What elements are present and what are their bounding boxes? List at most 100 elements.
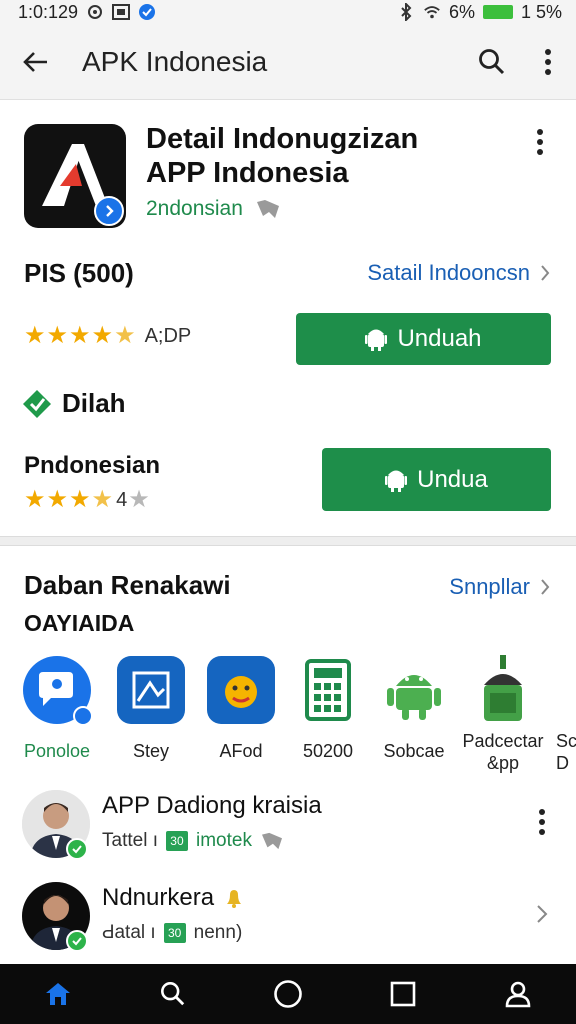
app-item-50200[interactable]: 50200 — [287, 656, 369, 762]
star-icon: ★ — [46, 322, 69, 349]
android-icon — [365, 329, 388, 351]
star-icon: ★ — [24, 486, 46, 513]
person-icon — [506, 981, 531, 1008]
partial-app-icon — [561, 656, 576, 724]
back-button[interactable] — [0, 24, 72, 100]
download-button-label: Unduah — [397, 325, 482, 352]
calculator-app-icon — [294, 656, 362, 724]
app-label: Sc — [556, 731, 576, 751]
detail-link[interactable]: Satail Indooncsn — [367, 260, 550, 286]
more-vert-icon — [537, 129, 543, 155]
app-label: Padcectar — [462, 731, 544, 751]
app-item-stey[interactable]: Stey — [110, 656, 192, 762]
home-icon — [45, 983, 70, 1005]
section-title: Daban Renakawi — [24, 570, 231, 600]
app-label: 50200 — [302, 741, 354, 761]
star-icon: ★ — [91, 322, 114, 349]
nav-square-button[interactable] — [373, 964, 433, 1024]
app-item-ponoloe[interactable]: Ponoloe — [16, 656, 98, 762]
list-item-meta-green: nenn) — [193, 922, 243, 943]
list-item-more-button[interactable] — [530, 804, 554, 840]
more-vert-icon — [545, 48, 551, 75]
star-icon: ★ — [69, 486, 91, 513]
map-app-icon — [117, 656, 185, 724]
bottom-navigation — [0, 964, 576, 1024]
nav-search-button[interactable] — [143, 964, 203, 1024]
chat-app-icon — [23, 656, 93, 726]
section-subtitle: OAYIAIDA — [24, 610, 135, 636]
emoji-app-icon — [207, 656, 275, 724]
more-vert-icon — [539, 809, 545, 835]
verified-badge-icon — [66, 838, 88, 860]
pis-count: PIS (500) — [24, 258, 134, 288]
circle-icon — [274, 980, 302, 1008]
list-item-chevron[interactable] — [530, 896, 554, 932]
star-half-icon: ★ — [114, 322, 136, 349]
android-app-icon — [380, 656, 448, 724]
rating-text-2: 4 — [116, 488, 128, 511]
app-carousel: Ponoloe Stey AFod 50200 Sobcae Padcectar… — [0, 655, 576, 786]
award-icon — [256, 200, 279, 218]
status-bar: 1:0:129 6% 1 5% — [0, 0, 576, 24]
app-icon[interactable] — [24, 124, 126, 228]
app-more-button[interactable] — [528, 124, 552, 160]
download-button-2[interactable]: Undua — [322, 448, 551, 511]
rating-stars: ★ ★ ★ ★ ★ A;DP — [24, 324, 191, 348]
section-link-label: Snnpllar — [449, 574, 530, 599]
section-see-all-link[interactable]: Snnpllar — [449, 574, 550, 600]
list-item-name: Ndnurkera — [102, 884, 244, 912]
app-title-line-1: Detail Indonugzizan — [146, 123, 419, 155]
developer-name: 2ndonsian — [146, 197, 243, 220]
app-item-sobcae[interactable]: Sobcae — [373, 656, 455, 762]
verified-badge-icon — [66, 930, 88, 952]
dilah-row: Dilah — [22, 388, 126, 419]
app-item-partial[interactable]: Sc D — [556, 656, 576, 774]
tag-badge: 30 — [165, 831, 188, 851]
list-item[interactable]: APP Dadiong kraisia Tattel ı 30 imotek — [0, 786, 576, 870]
pndonesian-label: Pndonesian — [24, 452, 161, 479]
list-item-meta: Ԁatal ı 30 nenn) — [102, 922, 242, 944]
search-button[interactable] — [464, 24, 520, 100]
download-button[interactable]: Unduah — [296, 313, 551, 365]
app-title: Detail Indonugzizan APP Indonesia — [146, 122, 526, 190]
android-icon — [385, 470, 408, 492]
list-item-name-text: Ndnurkera — [102, 884, 215, 911]
list-item-meta: Tattel ı 30 imotek — [102, 830, 284, 852]
nav-home-button[interactable] — [28, 964, 88, 1024]
battery-percent: 6% — [448, 1, 475, 22]
more-options-button[interactable] — [520, 24, 576, 100]
bluetooth-icon — [397, 3, 415, 21]
settings-status-icon — [86, 3, 104, 21]
bell-icon — [227, 890, 242, 908]
arrow-badge-icon — [94, 196, 124, 226]
dilah-label: Dilah — [62, 388, 126, 418]
back-arrow-icon — [23, 51, 47, 72]
diamond-check-icon — [23, 389, 51, 418]
nav-profile-button[interactable] — [488, 964, 548, 1024]
app-item-padcectar[interactable]: Padcectar &pp — [462, 655, 544, 774]
list-item[interactable]: Ndnurkera Ԁatal ı 30 nenn) — [0, 878, 576, 962]
list-item-meta-prefix: Ԁatal ı — [102, 922, 156, 943]
section-divider — [0, 536, 576, 546]
app-label-2: D — [556, 753, 569, 773]
square-icon — [390, 981, 416, 1007]
chevron-right-icon — [541, 265, 550, 281]
battery-percent-2: 1 5% — [520, 1, 562, 22]
nav-circle-button[interactable] — [258, 964, 318, 1024]
android-jar-icon — [469, 655, 537, 724]
battery-icon — [482, 5, 513, 19]
app-label: Ponoloe — [23, 741, 91, 761]
search-icon — [160, 982, 184, 1006]
award-icon — [261, 832, 282, 850]
rating-text: A;DP — [144, 324, 192, 347]
app-label-2: &pp — [486, 753, 520, 773]
app-label: Sobcae — [383, 741, 445, 761]
developer-row[interactable]: 2ndonsian — [146, 197, 281, 221]
app-label: Stey — [132, 741, 170, 761]
star-empty-icon: ★ — [128, 486, 150, 513]
chevron-right-icon — [537, 905, 548, 923]
rating-stars-2: ★ ★ ★ ★ 4 ★ — [24, 488, 150, 512]
app-label: AFod — [219, 741, 263, 761]
star-icon: ★ — [46, 486, 69, 513]
app-item-afod[interactable]: AFod — [200, 656, 282, 762]
